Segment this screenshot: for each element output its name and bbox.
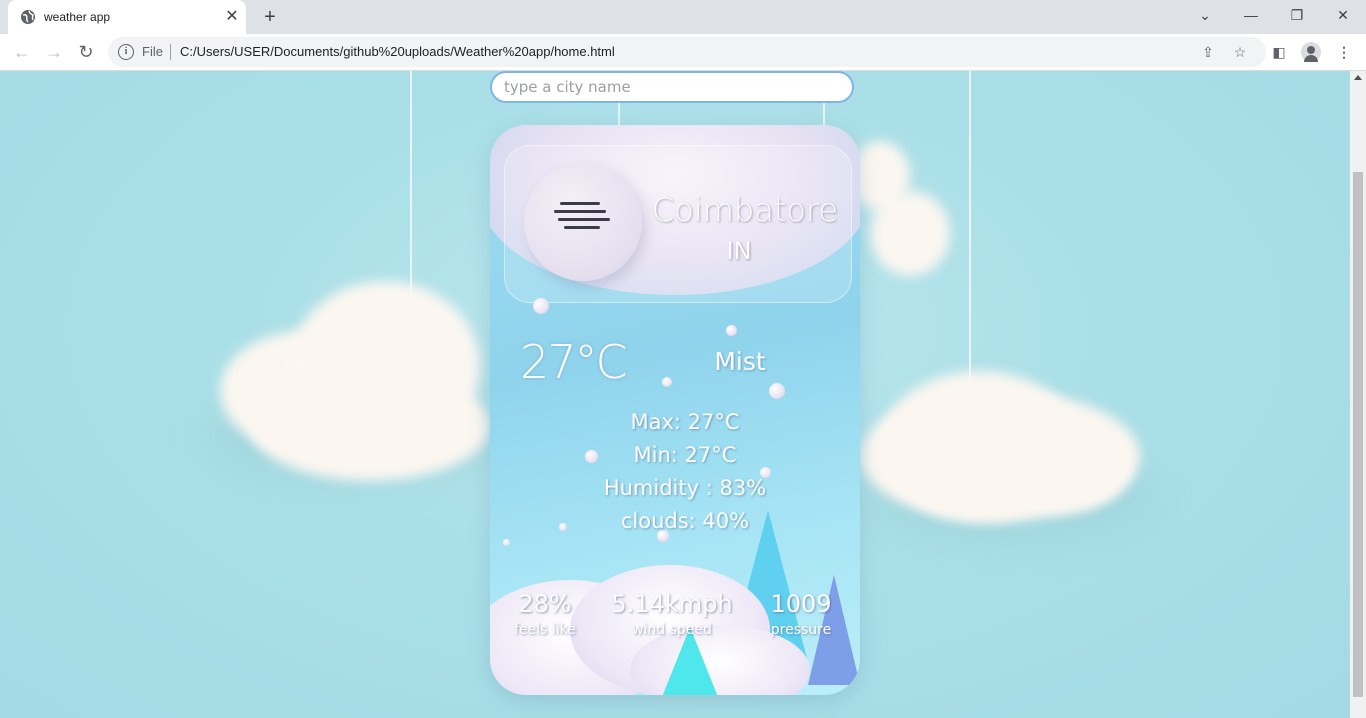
back-icon[interactable]: ← bbox=[9, 39, 35, 65]
mist-icon bbox=[554, 200, 610, 234]
close-window-button[interactable]: ✕ bbox=[1320, 0, 1366, 32]
browser-tab-bar: weather app ✕ + ⌄ — ❐ ✕ bbox=[0, 0, 1366, 34]
new-tab-button[interactable]: + bbox=[258, 5, 282, 29]
humidity: Humidity : 83% bbox=[603, 476, 767, 500]
feels-like-value: 28% bbox=[518, 590, 572, 618]
city-search-input[interactable] bbox=[490, 71, 854, 103]
scrollbar-thumb[interactable] bbox=[1353, 172, 1363, 697]
profile-icon[interactable] bbox=[1301, 42, 1321, 62]
star-icon[interactable]: ☆ bbox=[1230, 42, 1250, 62]
page-scrollbar[interactable] bbox=[1350, 71, 1366, 718]
weather-condition: Mist bbox=[714, 347, 766, 376]
info-icon[interactable]: i bbox=[118, 44, 134, 60]
menu-icon[interactable]: ⋮ bbox=[1334, 42, 1354, 62]
share-icon[interactable]: ⇪ bbox=[1198, 42, 1218, 62]
scroll-up-icon[interactable] bbox=[1354, 75, 1362, 80]
minimize-button[interactable]: — bbox=[1228, 0, 1274, 32]
city-name: Coimbatore bbox=[651, 191, 839, 229]
bubble-decoration bbox=[503, 539, 510, 546]
browser-tab[interactable]: weather app ✕ bbox=[8, 0, 246, 34]
browser-toolbar: ← → ↻ i File C:/Users/USER/Documents/git… bbox=[0, 34, 1366, 71]
pressure-label: pressure bbox=[770, 622, 832, 638]
forward-icon[interactable]: → bbox=[41, 39, 67, 65]
country-code: IN bbox=[726, 237, 752, 265]
sidebar-icon[interactable]: ◧ bbox=[1269, 42, 1289, 62]
bubble-decoration bbox=[533, 298, 549, 314]
wind-speed-value: 5.14kmph bbox=[611, 590, 733, 618]
weather-card: Coimbatore IN 27°C Mist Max: 27°C Min: 2… bbox=[490, 125, 860, 695]
tab-title: weather app bbox=[44, 10, 111, 24]
tab-search-button[interactable]: ⌄ bbox=[1182, 0, 1228, 32]
max-temperature: Max: 27°C bbox=[630, 410, 740, 434]
bubble-decoration bbox=[662, 377, 672, 387]
page-viewport: Coimbatore IN 27°C Mist Max: 27°C Min: 2… bbox=[0, 71, 1350, 718]
address-scheme-label: File bbox=[142, 44, 163, 59]
bubble-decoration bbox=[559, 523, 567, 531]
pressure-value: 1009 bbox=[770, 590, 832, 618]
reload-icon[interactable]: ↻ bbox=[73, 39, 99, 65]
address-separator bbox=[170, 44, 171, 60]
min-temperature: Min: 27°C bbox=[633, 443, 737, 467]
bubble-decoration bbox=[726, 325, 737, 336]
address-bar[interactable]: i File C:/Users/USER/Documents/github%20… bbox=[108, 37, 1266, 67]
feels-like-label: feels like bbox=[514, 622, 576, 638]
bubble-decoration bbox=[769, 383, 785, 399]
globe-icon bbox=[21, 10, 35, 24]
temperature: 27°C bbox=[520, 335, 628, 389]
url-text[interactable]: C:/Users/USER/Documents/github%20uploads… bbox=[180, 44, 615, 59]
restore-button[interactable]: ❐ bbox=[1274, 0, 1320, 32]
wind-speed-label: wind speed bbox=[632, 622, 712, 638]
tab-close-button[interactable]: ✕ bbox=[222, 7, 242, 27]
weather-icon-badge bbox=[524, 163, 642, 281]
